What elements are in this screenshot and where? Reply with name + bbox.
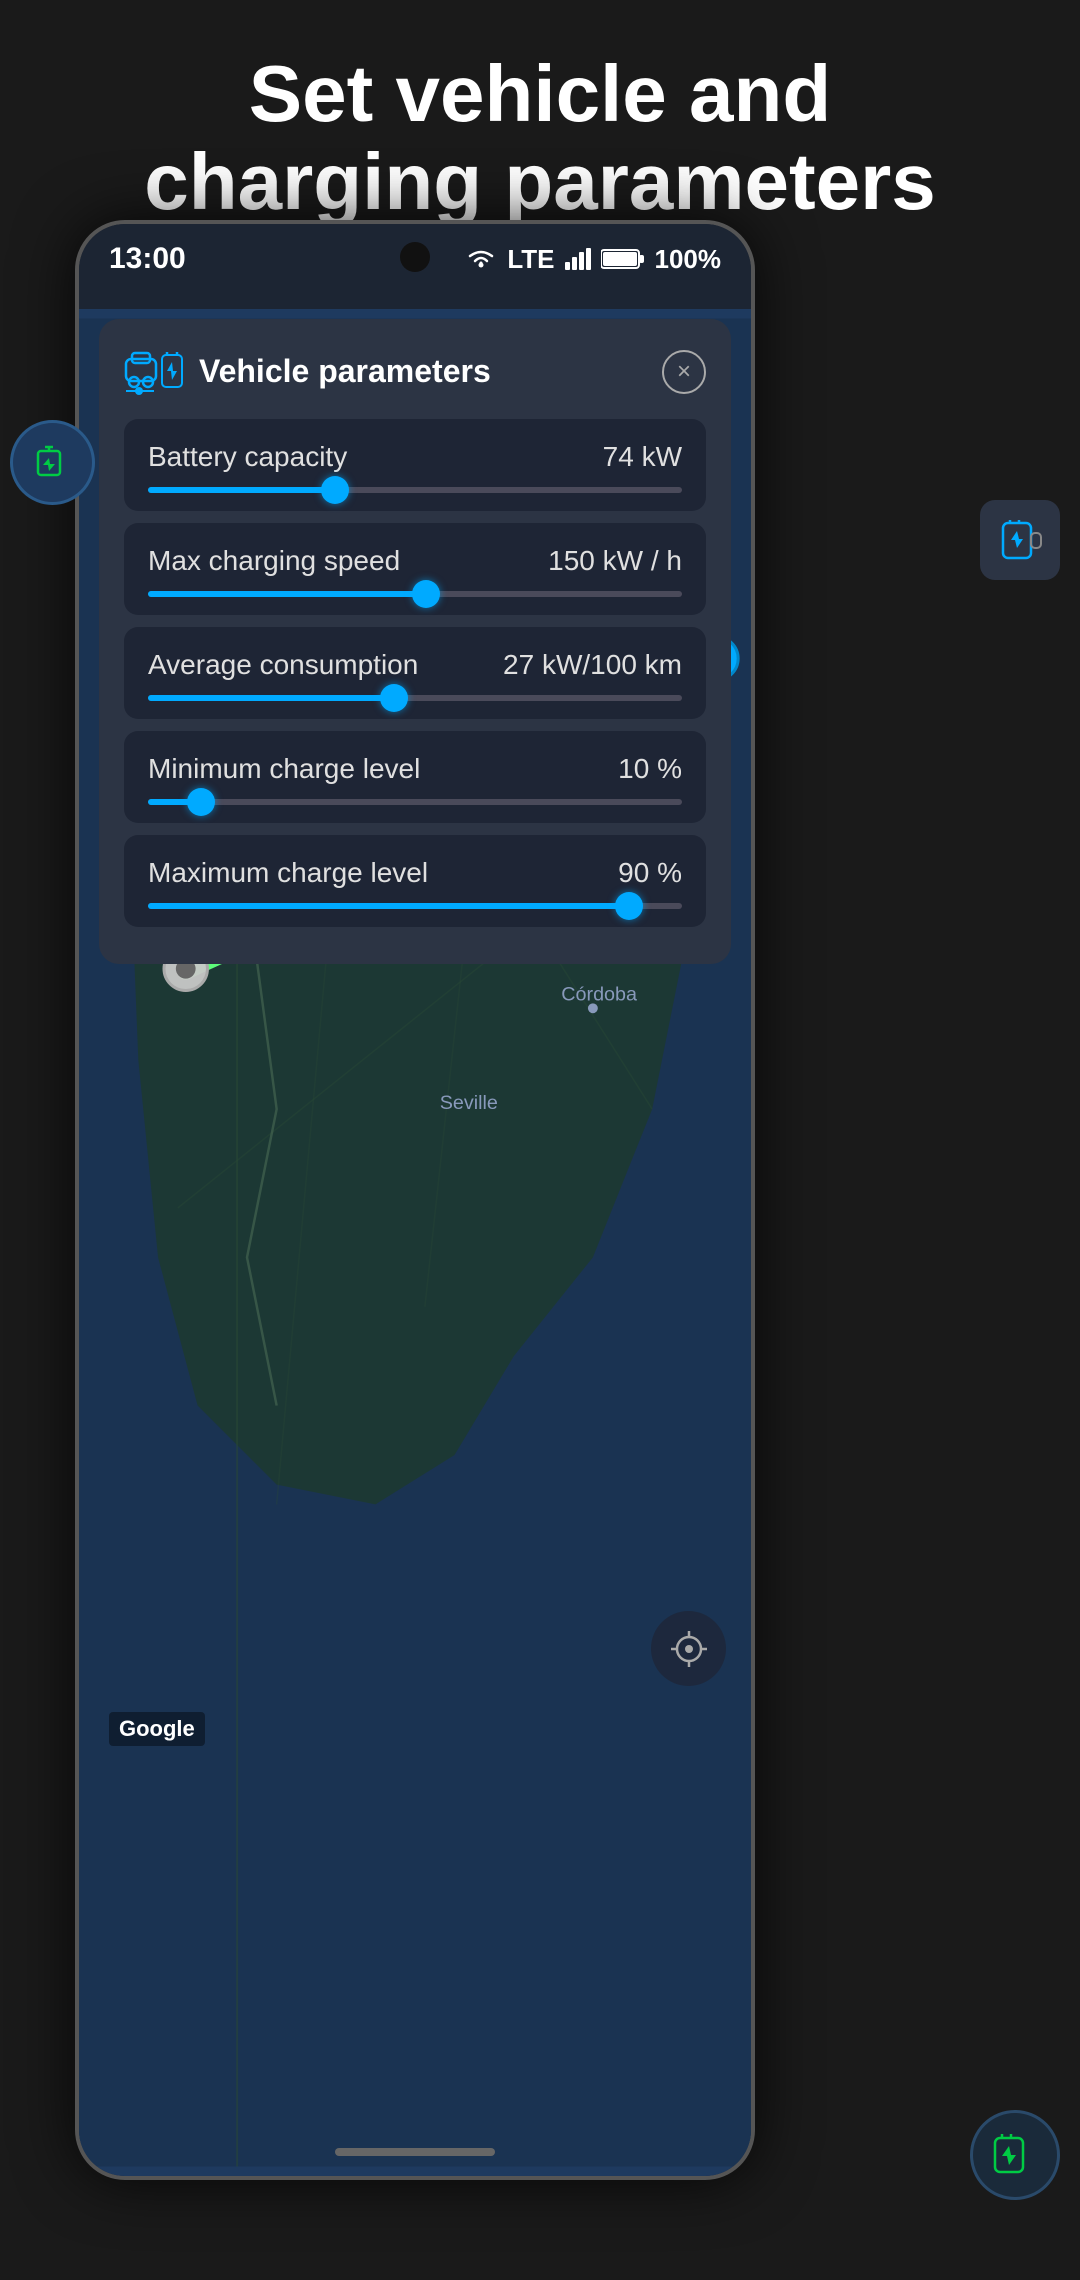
param-label-battery_capacity: Battery capacity [148, 441, 347, 473]
slider-fill-battery_capacity [148, 487, 335, 493]
wifi-icon [465, 247, 497, 271]
side-icons [980, 500, 1060, 580]
slider-fill-maximum_charge_level [148, 903, 629, 909]
param-label-minimum_charge_level: Minimum charge level [148, 753, 420, 785]
param-value-battery_capacity: 74 kW [603, 441, 682, 473]
param-header-average_consumption: Average consumption 27 kW/100 km [148, 649, 682, 681]
svg-text:Córdoba: Córdoba [561, 983, 637, 1005]
phone-home-indicator[interactable] [335, 2148, 495, 2156]
location-button[interactable] [651, 1611, 726, 1686]
slider-thumb-minimum_charge_level[interactable] [187, 788, 215, 816]
param-value-minimum_charge_level: 10 % [618, 753, 682, 785]
left-icon-ev [10, 420, 95, 505]
close-modal-button[interactable]: × [662, 350, 706, 394]
slider-fill-average_consumption [148, 695, 394, 701]
slider-thumb-battery_capacity[interactable] [321, 476, 349, 504]
param-header-maximum_charge_level: Maximum charge level 90 % [148, 857, 682, 889]
network-type: LTE [507, 244, 554, 275]
parameters-container: Battery capacity 74 kW Max charging spee… [124, 419, 706, 927]
slider-track-battery_capacity[interactable] [148, 487, 682, 493]
battery-percent: 100% [655, 244, 722, 275]
slider-thumb-average_consumption[interactable] [380, 684, 408, 712]
left-side-decoration [10, 420, 95, 520]
header-line1: Set vehicle and [60, 50, 1020, 138]
camera-notch [400, 242, 430, 272]
modal-vehicle-icon [124, 344, 184, 399]
slider-track-max_charging_speed[interactable] [148, 591, 682, 597]
param-header-max_charging_speed: Max charging speed 150 kW / h [148, 545, 682, 577]
param-row-minimum_charge_level: Minimum charge level 10 % [124, 731, 706, 823]
param-row-average_consumption: Average consumption 27 kW/100 km [124, 627, 706, 719]
status-time: 13:00 [109, 242, 186, 276]
param-label-maximum_charge_level: Maximum charge level [148, 857, 428, 889]
param-header-minimum_charge_level: Minimum charge level 10 % [148, 753, 682, 785]
param-row-maximum_charge_level: Maximum charge level 90 % [124, 835, 706, 927]
modal-title-text: Vehicle parameters [199, 353, 491, 390]
bottom-ev-icon[interactable] [970, 2110, 1060, 2200]
param-row-battery_capacity: Battery capacity 74 kW [124, 419, 706, 511]
param-value-maximum_charge_level: 90 % [618, 857, 682, 889]
header-line2: charging parameters [60, 138, 1020, 226]
vehicle-parameters-modal: Vehicle parameters × Battery capacity 74… [99, 319, 731, 964]
slider-thumb-max_charging_speed[interactable] [412, 580, 440, 608]
battery-icon [601, 248, 645, 270]
phone-frame: 13:00 LTE 100% [75, 220, 755, 2180]
param-label-max_charging_speed: Max charging speed [148, 545, 400, 577]
page-header: Set vehicle and charging parameters [0, 30, 1080, 246]
slider-thumb-maximum_charge_level[interactable] [615, 892, 643, 920]
signal-icon [565, 248, 591, 270]
param-header-battery_capacity: Battery capacity 74 kW [148, 441, 682, 473]
google-attribution: Google [109, 1712, 205, 1746]
modal-header-left: Vehicle parameters [124, 344, 491, 399]
slider-track-minimum_charge_level[interactable] [148, 799, 682, 805]
param-value-max_charging_speed: 150 kW / h [548, 545, 682, 577]
param-label-average_consumption: Average consumption [148, 649, 418, 681]
modal-header: Vehicle parameters × [124, 344, 706, 399]
param-row-max_charging_speed: Max charging speed 150 kW / h [124, 523, 706, 615]
status-icons: LTE 100% [465, 244, 721, 275]
side-icon-charging[interactable] [980, 500, 1060, 580]
param-value-average_consumption: 27 kW/100 km [503, 649, 682, 681]
svg-text:Seville: Seville [440, 1092, 498, 1114]
slider-fill-max_charging_speed [148, 591, 426, 597]
slider-track-average_consumption[interactable] [148, 695, 682, 701]
slider-track-maximum_charge_level[interactable] [148, 903, 682, 909]
